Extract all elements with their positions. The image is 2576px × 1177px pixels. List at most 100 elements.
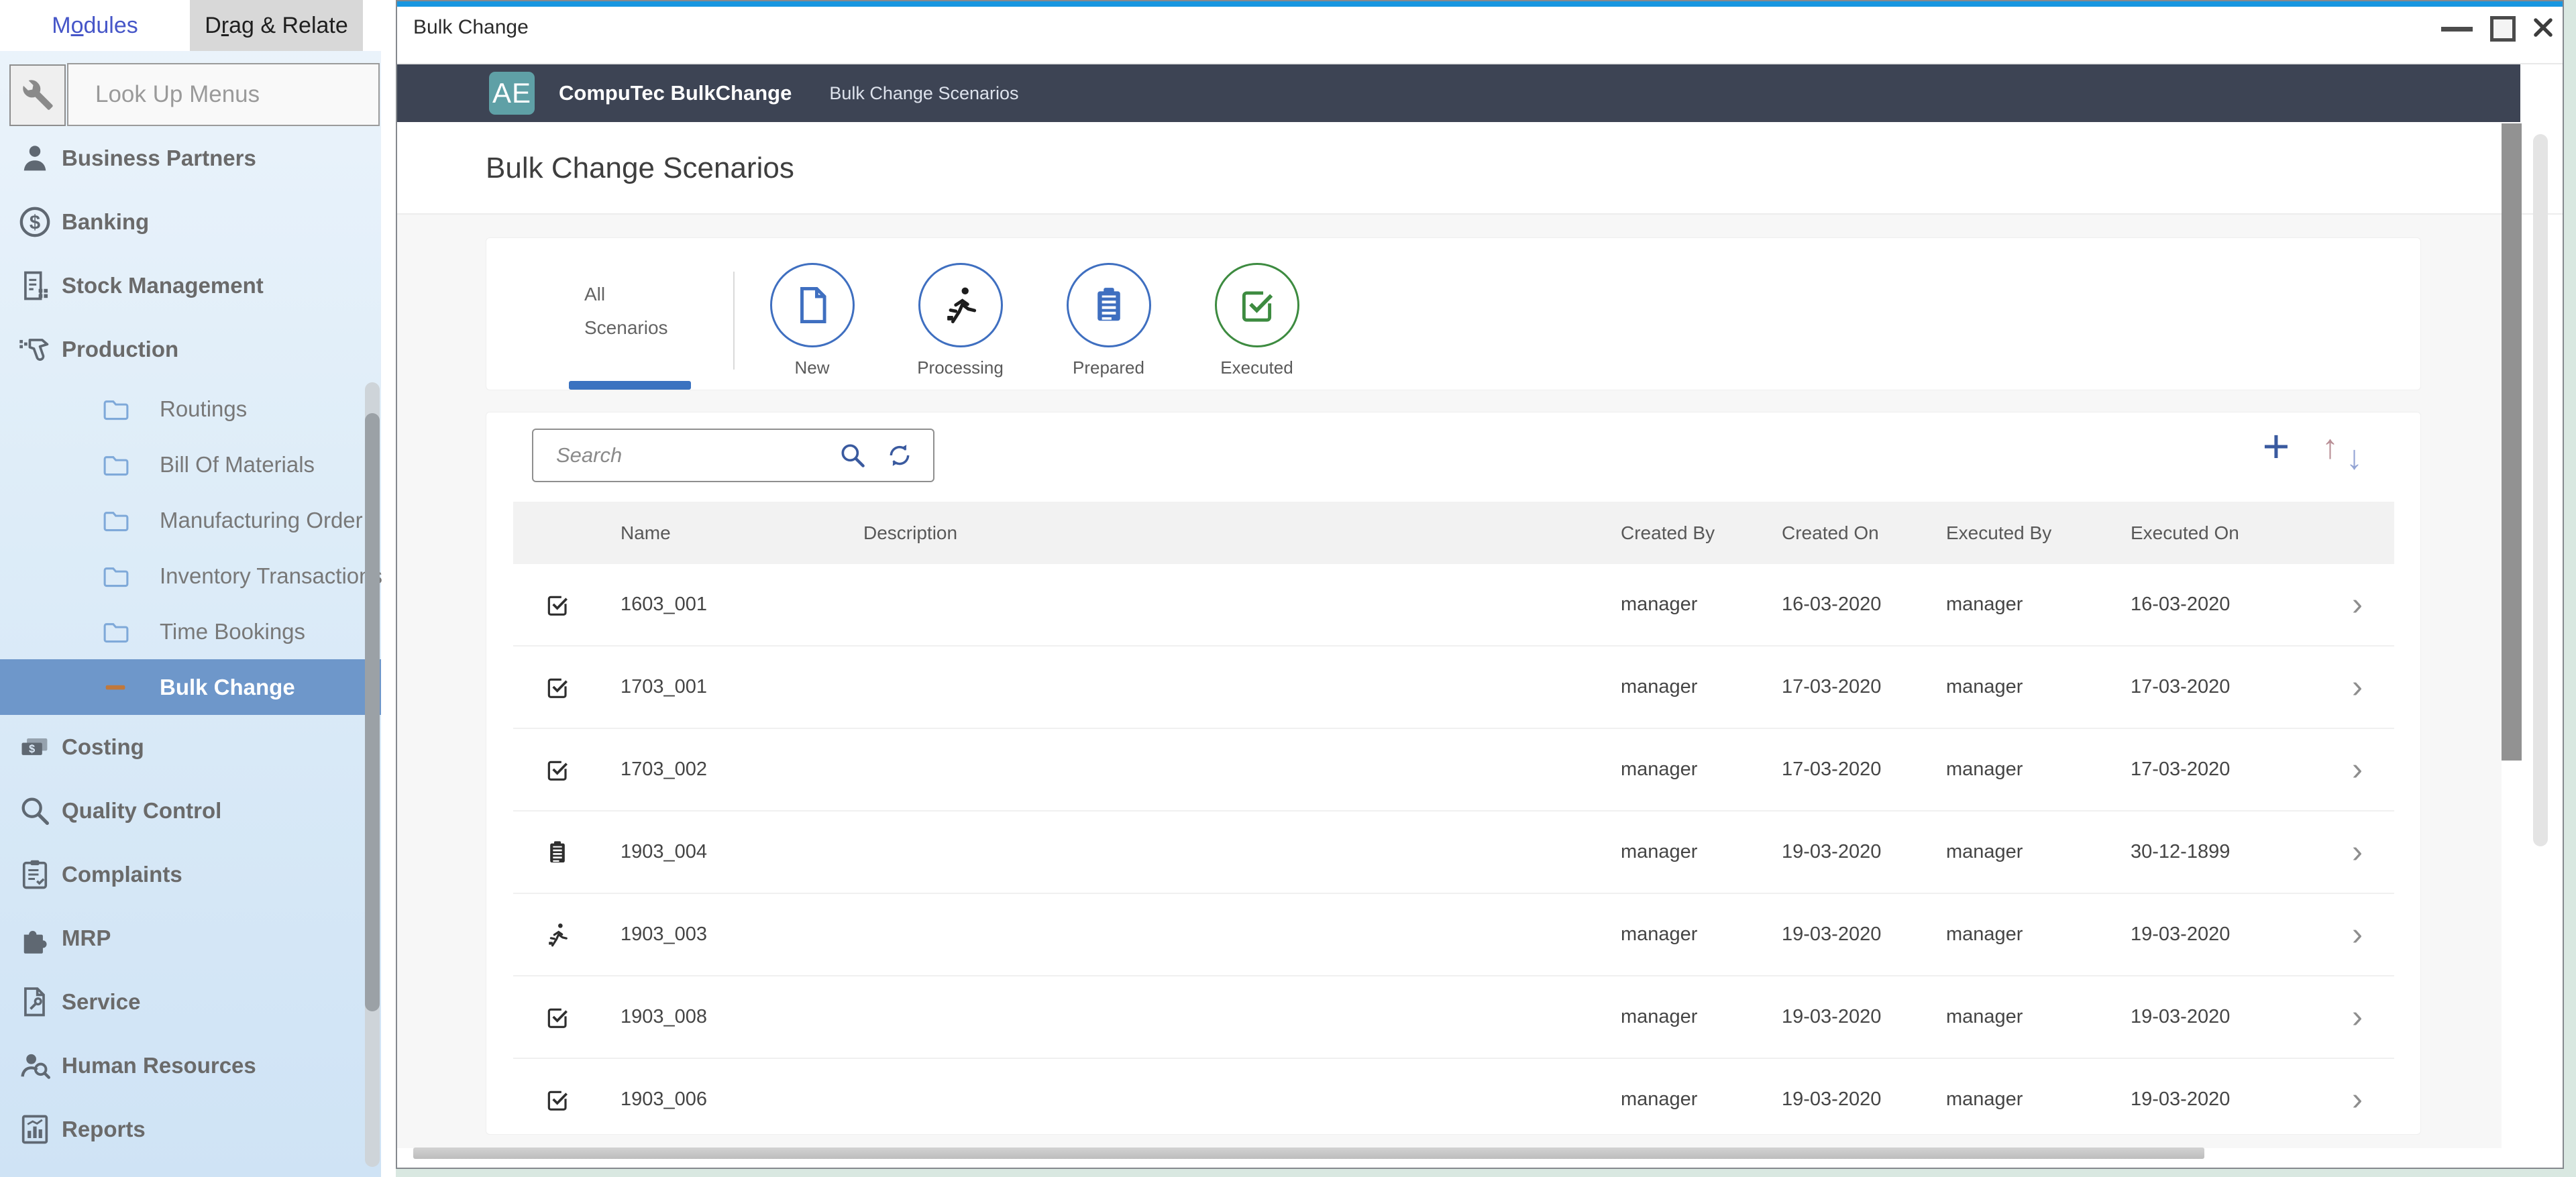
sidebar-item-reports[interactable]: Reports xyxy=(0,1097,381,1161)
scenarios-table-card: + ↑ ↓ Name Description Created By Created O… xyxy=(486,412,2421,1135)
sidebar-item-inventory-transactions[interactable]: Inventory Transactions xyxy=(0,548,382,604)
active-tab-underline xyxy=(569,381,691,390)
table-row-1703-001[interactable]: 1703_001 manager 17-03-2020 manager 17-03-20… xyxy=(513,647,2394,729)
all-scenarios-label-line1: All xyxy=(584,284,606,304)
sidebar-item-label: Human Resources xyxy=(62,1052,256,1078)
sidebar-item-business-partners[interactable]: Business Partners xyxy=(0,126,381,190)
sort-up-icon: ↑ xyxy=(2322,428,2339,465)
app-name: CompuTec BulkChange xyxy=(559,81,792,105)
content-scrollbar-thumb[interactable] xyxy=(2502,123,2522,761)
folder-icon xyxy=(101,449,131,480)
search-input[interactable] xyxy=(533,430,838,481)
table-row-1903-006[interactable]: 1903_006 manager 19-03-2020 manager 19-03-20… xyxy=(513,1059,2394,1134)
cell-created_on: 19-03-2020 xyxy=(1782,923,1882,945)
cell-name: 1903_006 xyxy=(621,1088,708,1110)
table-row-1703-002[interactable]: 1703_002 manager 17-03-2020 manager 17-03-20… xyxy=(513,729,2394,811)
sidebar-scrollbar-thumb[interactable] xyxy=(365,413,380,1011)
minimize-button[interactable] xyxy=(2441,27,2473,32)
sidebar-item-label: Bulk Change xyxy=(160,674,295,699)
table-row-1903-008[interactable]: 1903_008 manager 19-03-2020 manager 19-03-20… xyxy=(513,976,2394,1059)
chevron-right-icon[interactable]: › xyxy=(2352,752,2363,787)
dash-icon xyxy=(101,672,131,703)
maximize-button[interactable] xyxy=(2490,16,2516,42)
sidebar-item-costing[interactable]: $ Costing xyxy=(0,715,381,779)
cell-name: 1903_003 xyxy=(621,923,708,945)
cell-created_on: 19-03-2020 xyxy=(1782,1006,1882,1027)
sidebar-item-quality-control[interactable]: Quality Control xyxy=(0,779,381,842)
sort-button[interactable]: ↑ ↓ xyxy=(2310,427,2383,481)
search-icon[interactable] xyxy=(838,441,867,470)
breadcrumb: Bulk Change Scenarios xyxy=(829,82,1019,103)
sidebar-item-bulk-change[interactable]: Bulk Change xyxy=(0,659,381,715)
sidebar-item-label: Inventory Transactions xyxy=(160,563,382,588)
cell-executed_by: manager xyxy=(1946,1006,2023,1027)
sidebar-item-human-resources[interactable]: Human Resources xyxy=(0,1033,381,1097)
sidebar-item-bill-of-materials[interactable]: Bill Of Materials xyxy=(0,437,381,492)
refresh-icon[interactable] xyxy=(885,441,914,470)
wrench-icon xyxy=(21,78,54,112)
cell-executed_by: manager xyxy=(1946,676,2023,697)
sidebar-item-time-bookings[interactable]: Time Bookings xyxy=(0,604,381,659)
person-icon xyxy=(17,141,52,176)
tab-label: Processing xyxy=(917,357,1004,378)
chevron-right-icon[interactable]: › xyxy=(2352,834,2363,870)
sidebar-item-production[interactable]: Production xyxy=(0,317,381,381)
add-scenario-button[interactable]: + xyxy=(2249,419,2303,473)
sidebar-item-stock-management[interactable]: Stock Management xyxy=(0,254,381,317)
cell-created_by: manager xyxy=(1621,841,1698,862)
search-box xyxy=(532,429,934,482)
sidebar-tab-drag-relate[interactable]: Dr ag & Relate xyxy=(190,0,363,51)
cell-executed_on: 19-03-2020 xyxy=(2131,923,2231,945)
window-scrollbar-thumb[interactable] xyxy=(2533,134,2548,846)
sidebar-item-manufacturing-order[interactable]: Manufacturing Order xyxy=(0,492,381,548)
sidebar-tab-modules[interactable]: Mo dules xyxy=(0,0,190,51)
sidebar-item-complaints[interactable]: Complaints xyxy=(0,842,381,906)
cell-executed_on: 17-03-2020 xyxy=(2131,759,2231,780)
sidebar-item-service[interactable]: Service xyxy=(0,970,381,1033)
sidebar-item-label: Reports xyxy=(62,1116,146,1141)
sidebar-item-mrp[interactable]: MRP xyxy=(0,906,381,970)
wrench-tool-button[interactable] xyxy=(9,64,66,126)
sidebar-item-label: Quality Control xyxy=(62,797,222,823)
lookup-menus-search xyxy=(67,63,430,126)
sidebar-tab-bar: Mo dules Dr ag & Relate xyxy=(0,0,381,51)
col-header-executed-on: Executed On xyxy=(2131,522,2239,543)
sidebar-item-banking[interactable]: $ Banking xyxy=(0,190,381,254)
chevron-right-icon[interactable]: › xyxy=(2352,669,2363,705)
table-row-1903-003[interactable]: 1903_003 manager 19-03-2020 manager 19-03-20… xyxy=(513,894,2394,976)
cell-created_on: 17-03-2020 xyxy=(1782,759,1882,780)
col-header-created-on: Created On xyxy=(1782,522,1879,543)
all-scenarios-label-line2: Scenarios xyxy=(584,317,668,338)
stock-icon xyxy=(17,268,52,303)
tab-processing[interactable]: Processing xyxy=(886,238,1034,390)
table-row-1903-004[interactable]: 1903_004 manager 19-03-2020 manager 30-12-18… xyxy=(513,811,2394,894)
tab-executed[interactable]: Executed xyxy=(1183,238,1331,390)
sidebar-item-label: Routings xyxy=(160,396,248,421)
folder-icon xyxy=(101,505,131,536)
executed-status-icon xyxy=(544,592,571,618)
tab-all-scenarios[interactable]: All Scenarios xyxy=(560,238,708,390)
tab-prepared[interactable]: Prepared xyxy=(1034,238,1183,390)
tab-new[interactable]: New xyxy=(738,238,886,390)
cell-created_by: manager xyxy=(1621,1006,1698,1027)
close-button[interactable] xyxy=(2530,15,2556,40)
sidebar-item-routings[interactable]: Routings xyxy=(0,381,381,437)
col-header-created-by: Created By xyxy=(1621,522,1715,543)
cell-created_on: 19-03-2020 xyxy=(1782,841,1882,862)
chevron-right-icon[interactable]: › xyxy=(2352,1082,2363,1117)
col-header-description: Description xyxy=(863,522,958,543)
page-title: Bulk Change Scenarios xyxy=(486,152,794,184)
chevron-right-icon[interactable]: › xyxy=(2352,917,2363,952)
modules-sidebar: ModulesDrag & Relate Business Partners$B… xyxy=(0,0,430,1177)
chevron-right-icon[interactable]: › xyxy=(2352,999,2363,1035)
col-header-executed-by: Executed By xyxy=(1946,522,2052,543)
horizontal-scrollbar-thumb[interactable] xyxy=(413,1147,2204,1159)
lookup-menus-input[interactable] xyxy=(68,64,398,125)
tab-label: New xyxy=(794,357,830,378)
table-row-1603-001[interactable]: 1603_001 manager 16-03-2020 manager 16-03-20… xyxy=(513,564,2394,647)
chevron-right-icon[interactable]: › xyxy=(2352,587,2363,622)
magnifier-icon xyxy=(17,793,52,828)
sidebar-item-label: Production xyxy=(62,336,179,361)
cell-executed_on: 30-12-1899 xyxy=(2131,841,2231,862)
sidebar-item-label: Complaints xyxy=(62,861,182,887)
